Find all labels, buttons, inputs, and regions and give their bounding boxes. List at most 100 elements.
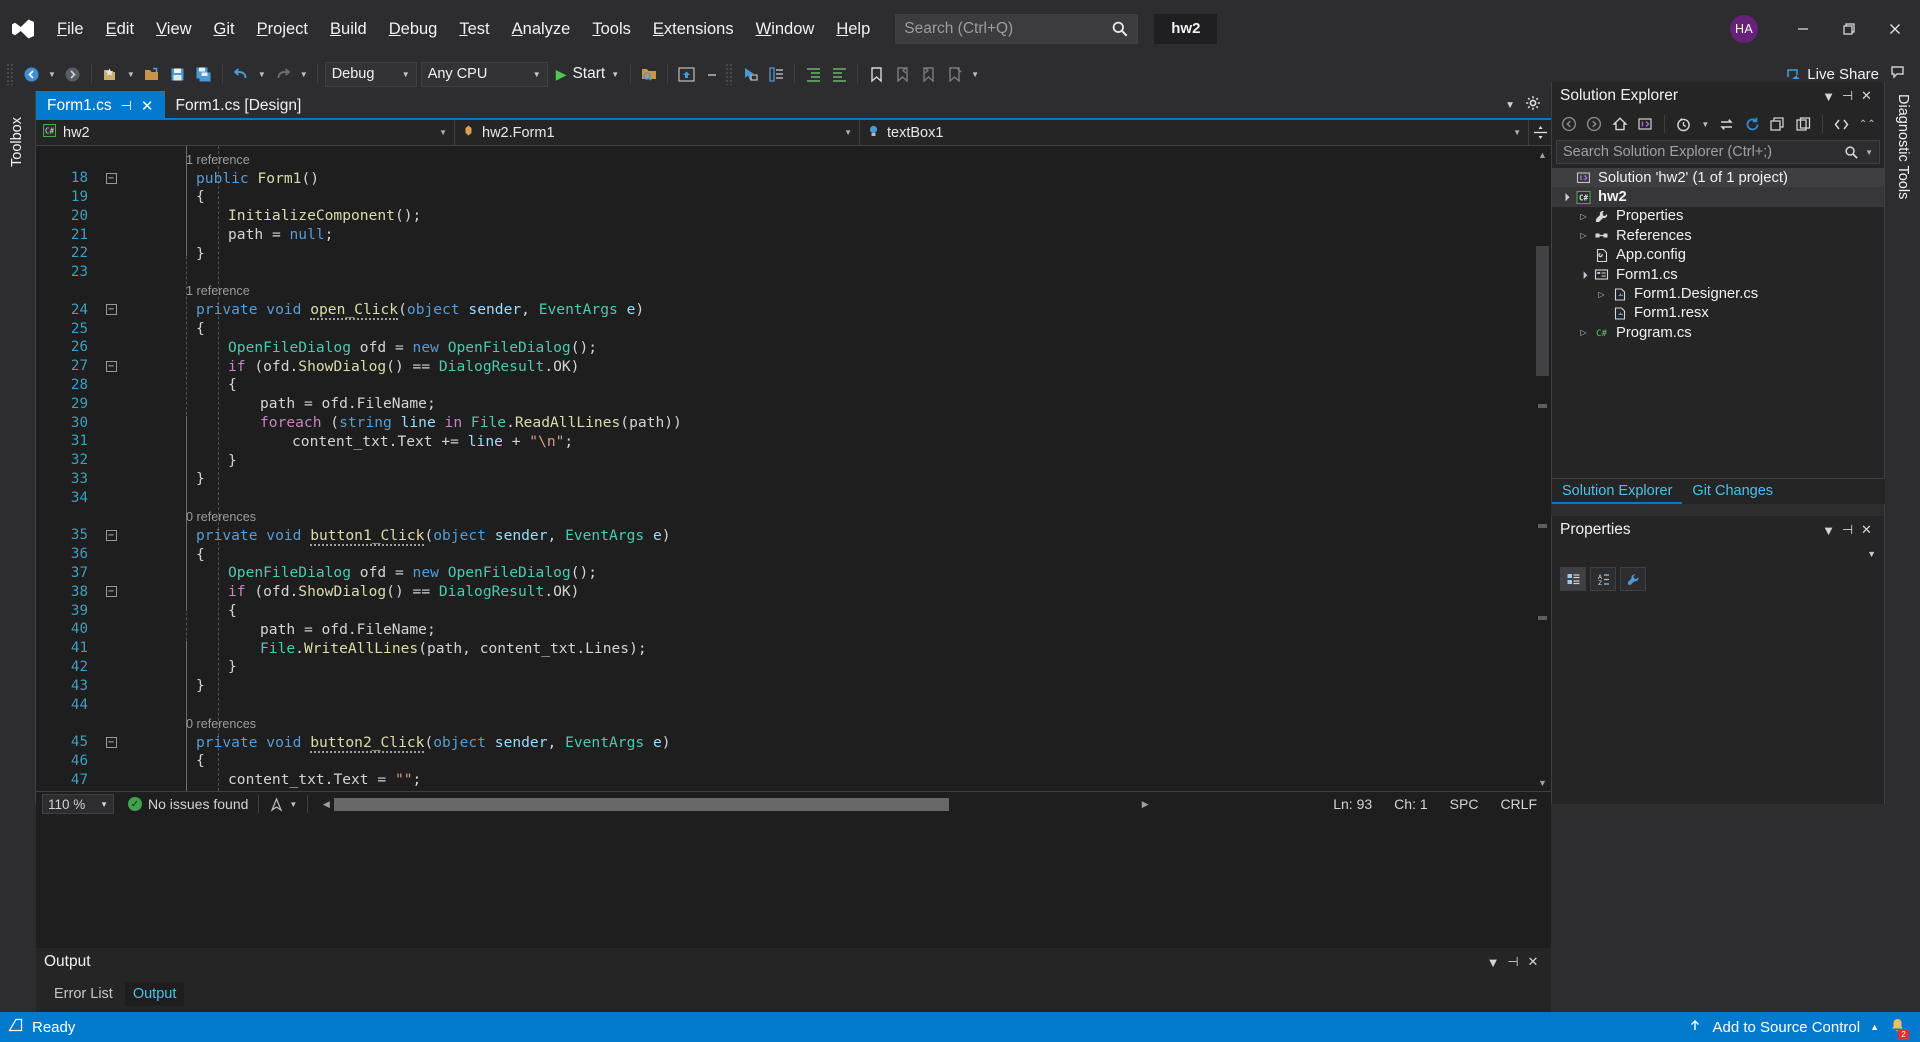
codelens-row[interactable]: 0 references [36, 507, 1551, 526]
pin-icon[interactable]: ⊣ [1503, 954, 1523, 970]
forward-icon[interactable] [1582, 113, 1605, 135]
code-line[interactable]: 19 { [36, 188, 1551, 207]
home-icon[interactable] [1608, 113, 1631, 135]
undo-icon[interactable] [228, 61, 254, 87]
categorized-icon[interactable] [1560, 567, 1586, 591]
code-line[interactable]: 31 content_txt.Text += line + "\n"; [36, 432, 1551, 451]
code-line[interactable]: 41 File.WriteAllLines(path, content_txt.L… [36, 639, 1551, 658]
menu-item-git[interactable]: Git [203, 15, 246, 43]
code-line[interactable]: 44 [36, 695, 1551, 714]
restore-icon[interactable] [1826, 9, 1872, 49]
new-project-dropdown-icon[interactable]: ▼ [123, 70, 139, 79]
scroll-right-icon[interactable]: ▶ [1137, 799, 1153, 810]
refresh-icon[interactable] [1741, 113, 1764, 135]
code-line[interactable]: 42} [36, 658, 1551, 677]
indent-icon[interactable] [800, 61, 826, 87]
add-to-source-control-button[interactable]: Add to Source Control [1712, 1019, 1860, 1036]
tree-item-program-cs[interactable]: ▷ C# Program.cs [1552, 323, 1884, 342]
editor-horizontal-scrollbar[interactable]: ◀ ▶ [318, 796, 1334, 812]
properties-object-dropdown[interactable]: ▼ [1552, 544, 1884, 564]
scroll-left-icon[interactable]: ◀ [318, 799, 334, 810]
tab-form1-cs-design[interactable]: Form1.cs [Design] [164, 91, 313, 120]
code-line[interactable]: 40 path = ofd.FileName; [36, 620, 1551, 639]
menu-item-analyze[interactable]: Analyze [501, 15, 582, 43]
pending-changes-dropdown-icon[interactable]: ▼ [1697, 120, 1713, 129]
search-input[interactable] [904, 19, 1112, 38]
code-line[interactable]: 34 [36, 488, 1551, 507]
codelens-row[interactable]: 1 reference [36, 282, 1551, 301]
diagnostic-tools-vertical-tab[interactable]: Diagnostic Tools [1895, 94, 1911, 199]
code-line[interactable]: 30 foreach (string line in File.ReadAllLi… [36, 413, 1551, 432]
open-file-icon[interactable] [139, 61, 165, 87]
outdent-icon[interactable] [826, 61, 852, 87]
code-line[interactable]: 26 OpenFileDialog ofd = new OpenFileDialo… [36, 338, 1551, 357]
bookmark-icon[interactable] [863, 61, 889, 87]
code-line[interactable]: 24− private void open_Click(object sender… [36, 300, 1551, 321]
code-line[interactable]: 25 { [36, 319, 1551, 338]
chevron-down-icon[interactable]: ◢ [1557, 189, 1573, 205]
zoom-level-dropdown[interactable]: 110 % ▼ [42, 794, 114, 814]
tree-item-form1-resx[interactable]: Form1.resx [1552, 304, 1884, 323]
solution-explorer-search[interactable]: ▼ [1556, 140, 1880, 164]
toolbar-grip[interactable] [6, 63, 15, 85]
next-bookmark-icon[interactable] [915, 61, 941, 87]
tree-item-hw2[interactable]: ◢ C# hw2 [1552, 187, 1884, 207]
minimize-pane-icon[interactable] [699, 61, 725, 87]
nav-control[interactable]: ▼ [269, 796, 297, 812]
menu-item-view[interactable]: View [145, 15, 202, 43]
code-line[interactable]: 33} [36, 470, 1551, 489]
scroll-up-icon[interactable]: ▲ [1534, 146, 1551, 163]
code-line[interactable]: 32} [36, 451, 1551, 470]
nav-member-dropdown[interactable]: textBox1 ▼ [860, 120, 1529, 145]
menu-item-project[interactable]: Project [246, 15, 319, 43]
search-options-icon[interactable]: ▼ [1865, 148, 1873, 157]
chevron-down-icon[interactable]: ▼ [1483, 955, 1503, 970]
solution-configuration-dropdown[interactable]: Debug ▼ [324, 61, 417, 87]
chevron-right-icon[interactable]: ▷ [1576, 328, 1591, 337]
toolbar-grip-2[interactable] [725, 63, 735, 85]
code-line[interactable]: 39 { [36, 601, 1551, 620]
code-line[interactable]: 28 { [36, 376, 1551, 395]
new-project-icon[interactable] [97, 61, 123, 87]
navigate-forward-icon[interactable] [60, 61, 86, 87]
fold-toggle-icon[interactable]: − [100, 586, 122, 598]
tree-item-form1-cs[interactable]: ◢ Form1.cs [1552, 265, 1884, 284]
project-name-chip[interactable]: hw2 [1154, 13, 1218, 44]
avatar[interactable]: HA [1730, 14, 1758, 43]
notification-bell-icon[interactable]: 2 [1889, 1017, 1909, 1040]
tree-item-form1-designer-cs[interactable]: ▷ Form1.Designer.cs [1552, 284, 1884, 303]
code-line[interactable]: 23 [36, 263, 1551, 282]
tree-item-app-config[interactable]: App.config [1552, 246, 1884, 265]
fold-toggle-icon[interactable]: − [100, 529, 122, 541]
save-all-icon[interactable] [191, 61, 217, 87]
menu-item-file[interactable]: File [46, 15, 95, 43]
redo-dropdown-icon[interactable]: ▼ [296, 70, 312, 79]
code-line[interactable]: 29 path = ofd.FileName; [36, 394, 1551, 413]
collapse-all-icon[interactable] [1766, 113, 1789, 135]
close-icon[interactable]: ✕ [141, 97, 154, 115]
tree-item-solution-hw2-1-of-1-project[interactable]: Solution 'hw2' (1 of 1 project) [1552, 168, 1884, 188]
pin-icon[interactable]: ⊣ [1838, 522, 1857, 538]
pin-icon[interactable]: ⊣ [121, 98, 132, 114]
close-icon[interactable]: ✕ [1857, 88, 1876, 104]
scroll-down-icon[interactable]: ▼ [1534, 774, 1551, 791]
tree-item-references[interactable]: ▷ References [1552, 226, 1884, 245]
code-line[interactable]: 36 { [36, 545, 1551, 564]
code-line[interactable]: 47 content_txt.Text = ""; [36, 770, 1551, 789]
menu-item-tools[interactable]: Tools [581, 15, 642, 43]
clear-bookmarks-icon[interactable] [941, 61, 967, 87]
indentation-mode[interactable]: SPC [1450, 796, 1479, 812]
solution-icon[interactable] [1633, 113, 1656, 135]
fold-toggle-icon[interactable]: − [100, 172, 122, 184]
sync-with-active-document-icon[interactable] [1715, 113, 1738, 135]
codelens-row[interactable]: 1 reference [36, 150, 1551, 169]
chevron-up-icon[interactable]: ▲ [1870, 1022, 1879, 1032]
chevron-down-icon[interactable]: ▼ [1819, 523, 1838, 538]
codelens-row[interactable]: 0 references [36, 714, 1551, 733]
toolbar-overflow-icon[interactable]: ▼ [967, 70, 983, 79]
close-icon[interactable]: ✕ [1857, 522, 1876, 538]
global-search[interactable] [895, 13, 1139, 44]
show-all-files-icon[interactable] [1792, 113, 1815, 135]
nav-project-dropdown[interactable]: C# hw2 ▼ [36, 120, 455, 145]
chevron-down-icon[interactable]: ◢ [1575, 267, 1591, 283]
